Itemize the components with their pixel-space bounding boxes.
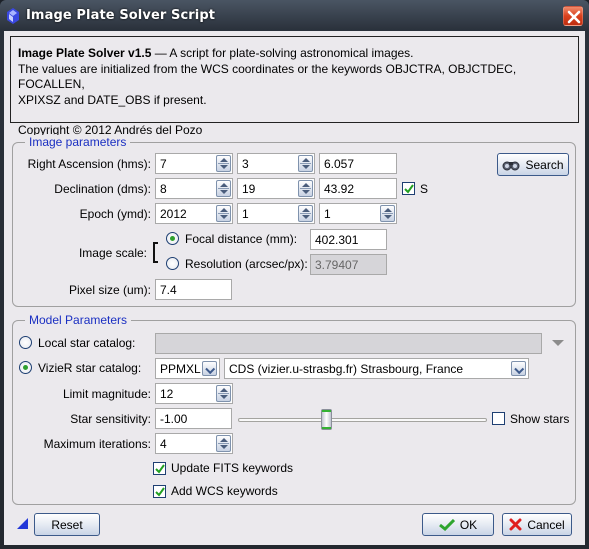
pixel-size-input[interactable]	[155, 279, 232, 300]
local-catalog-menu-icon[interactable]	[552, 340, 564, 346]
local-catalog-path	[155, 333, 542, 354]
vizier-catalog-radio[interactable]	[19, 361, 32, 374]
focal-distance-radio[interactable]	[166, 232, 179, 245]
close-button[interactable]	[563, 6, 583, 26]
checkmark-icon	[155, 487, 165, 497]
add-wcs-label: Add WCS keywords	[171, 484, 278, 498]
update-fits-label: Update FITS keywords	[171, 461, 294, 475]
cancel-button-label: Cancel	[527, 517, 565, 532]
app-icon	[7, 8, 19, 24]
ra-minutes-spinbox[interactable]	[237, 153, 315, 174]
reset-button-label: Reset	[51, 517, 83, 532]
catalog-select[interactable]: PPMXL	[155, 358, 220, 379]
add-wcs-checkbox[interactable]	[153, 485, 166, 498]
checkmark-icon	[155, 464, 165, 474]
star-sensitivity-input[interactable]	[155, 408, 232, 429]
vizier-server-value: CDS (vizier.u-strasbg.fr) Strasbourg, Fr…	[229, 362, 464, 376]
epoch-label: Epoch (ymd):	[79, 207, 151, 221]
scale-bracket	[153, 242, 158, 263]
max-iterations-label: Maximum iterations:	[43, 437, 151, 451]
binoculars-icon	[502, 161, 520, 170]
dialog-body: Image Plate Solver v1.5 — A script for p…	[4, 31, 585, 545]
show-stars-label: Show stars	[510, 412, 570, 426]
epoch-day-spinbox[interactable]	[319, 203, 397, 224]
info-line-2: The values are initialized from the WCS …	[18, 61, 517, 92]
dec-label: Declination (dms):	[54, 182, 151, 196]
title-bar[interactable]: Image Plate Solver Script	[0, 0, 589, 32]
ra-seconds-input[interactable]	[319, 153, 397, 174]
ra-hours-spinbox[interactable]	[155, 153, 233, 174]
local-catalog-label: Local star catalog:	[38, 336, 136, 350]
south-checkbox[interactable]	[402, 182, 415, 195]
image-parameters-title: Image parameters	[25, 135, 131, 149]
model-parameters-group: Model Parameters Local star catalog: Viz…	[12, 313, 576, 505]
dec-minutes-stepper[interactable]	[298, 180, 313, 197]
resolution-input	[310, 254, 387, 275]
dec-degrees-spinbox[interactable]	[155, 178, 233, 199]
epoch-month-stepper[interactable]	[298, 205, 313, 222]
info-description: — A script for plate-solving astronomica…	[151, 46, 414, 60]
checkmark-icon	[438, 518, 455, 531]
search-button-label: Search	[525, 157, 564, 172]
info-heading: Image Plate Solver v1.5	[18, 46, 152, 60]
reset-button[interactable]: Reset	[34, 513, 100, 536]
max-iterations-stepper[interactable]	[216, 435, 231, 452]
epoch-day-stepper[interactable]	[380, 205, 395, 222]
update-fits-checkbox[interactable]	[153, 462, 166, 475]
info-box: Image Plate Solver v1.5 — A script for p…	[10, 36, 579, 137]
ra-label: Right Ascension (hms):	[27, 157, 151, 171]
limit-magnitude-spinbox[interactable]	[155, 383, 233, 404]
south-label: S	[420, 182, 429, 196]
focal-distance-input[interactable]	[310, 229, 387, 250]
checkmark-icon	[404, 184, 414, 194]
focal-distance-label: Focal distance (mm):	[185, 232, 298, 246]
info-line-3: XPIXSZ and DATE_OBS if present.	[18, 92, 207, 107]
chevron-down-icon[interactable]	[511, 361, 526, 376]
cancel-button[interactable]: Cancel	[502, 513, 572, 536]
limit-magnitude-label: Limit magnitude:	[62, 387, 151, 401]
dec-seconds-input[interactable]	[319, 178, 397, 199]
image-scale-label: Image scale:	[78, 246, 147, 260]
info-line-1: Image Plate Solver v1.5 — A script for p…	[18, 46, 578, 62]
search-button[interactable]: Search	[497, 153, 569, 176]
resolution-radio[interactable]	[166, 257, 179, 270]
dialog-window: Image Plate Solver Script Image Plate So…	[0, 0, 589, 549]
star-sensitivity-slider[interactable]	[238, 418, 487, 422]
star-sensitivity-label: Star sensitivity:	[70, 412, 151, 426]
epoch-month-spinbox[interactable]	[237, 203, 315, 224]
vizier-catalog-label: VizieR star catalog:	[38, 361, 142, 375]
epoch-year-stepper[interactable]	[216, 205, 231, 222]
limit-magnitude-stepper[interactable]	[216, 385, 231, 402]
cancel-x-icon	[509, 518, 522, 531]
max-iterations-spinbox[interactable]	[155, 433, 233, 454]
epoch-year-spinbox[interactable]	[155, 203, 233, 224]
star-sensitivity-slider-thumb[interactable]	[321, 409, 333, 430]
ra-minutes-stepper[interactable]	[298, 155, 313, 172]
dec-degrees-stepper[interactable]	[216, 180, 231, 197]
resolution-label: Resolution (arcsec/px):	[185, 257, 308, 271]
pixel-size-label: Pixel size (um):	[68, 283, 151, 297]
ra-hours-stepper[interactable]	[216, 155, 231, 172]
model-parameters-title: Model Parameters	[25, 313, 132, 327]
window-title: Image Plate Solver Script	[26, 8, 216, 23]
show-stars-checkbox[interactable]	[492, 412, 505, 425]
chevron-down-icon[interactable]	[202, 361, 217, 376]
close-x-icon	[567, 10, 581, 24]
image-parameters-group: Image parameters Right Ascension (hms):	[12, 135, 576, 307]
ok-button[interactable]: OK	[422, 513, 494, 536]
dec-minutes-spinbox[interactable]	[237, 178, 315, 199]
local-catalog-radio[interactable]	[19, 336, 32, 349]
vizier-server-select[interactable]: CDS (vizier.u-strasbg.fr) Strasbourg, Fr…	[224, 358, 529, 379]
browse-documentation-icon[interactable]	[17, 518, 28, 529]
ok-button-label: OK	[459, 517, 478, 532]
catalog-select-value: PPMXL	[160, 362, 201, 376]
